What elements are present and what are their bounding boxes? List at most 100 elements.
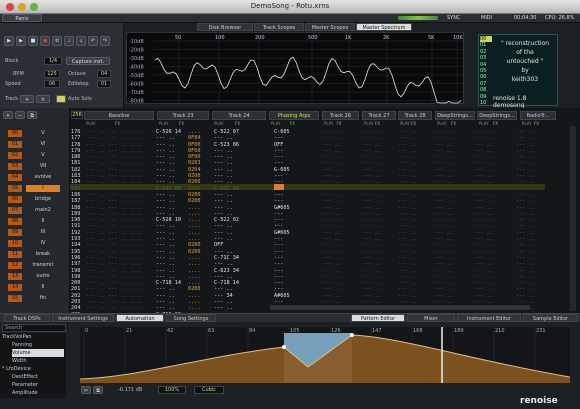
track-header[interactable]: DeepStrings... (477, 111, 517, 120)
sequence-add-button[interactable]: + (3, 111, 13, 119)
sequence-slot[interactable]: 06 bridge (2, 196, 64, 204)
sequence-slot[interactable]: 09 III (2, 229, 64, 237)
vertical-scrollbar[interactable] (570, 126, 576, 311)
sequence-slot[interactable]: 00 V (2, 130, 64, 138)
sequence-slot[interactable]: 10 IV (2, 240, 64, 248)
auto-solo-checkbox[interactable] (56, 95, 66, 103)
track-header[interactable]: Track 23 (157, 111, 209, 120)
envelope-point[interactable] (282, 345, 286, 349)
editstep-field[interactable]: 01 (97, 80, 111, 88)
pattern-editor: 256 176 177 178 179 180 181 182 183 184 … (70, 108, 580, 337)
tab-mixer[interactable]: Mixer (407, 314, 455, 322)
track-delete-button[interactable]: × (36, 95, 50, 103)
automation-parameter[interactable]: Volume (12, 349, 64, 357)
sequence-slot[interactable]: 15 fin (2, 295, 64, 303)
loop-button[interactable]: ⟲ (52, 36, 62, 46)
track-header[interactable]: Track 26 (322, 111, 359, 120)
automation-parameter[interactable]: TrackVolPan (2, 333, 62, 341)
track-fx-label: FX (451, 121, 457, 126)
track-play-label: PLAY (364, 121, 374, 126)
track-header[interactable]: Track 27 (362, 111, 396, 120)
tab-track-scopes[interactable]: Track Scopes (254, 23, 304, 31)
editstep-label: Editstep (68, 81, 89, 87)
sequence-slot[interactable]: 04 evolve (2, 174, 64, 182)
tab-instrument-editor[interactable]: Instrument Editor (457, 314, 521, 322)
track-header[interactable]: RadioTr... (520, 111, 556, 120)
tab-master-spectrum[interactable]: Master Spectrum (356, 23, 412, 31)
cut-icon[interactable]: ✂ (81, 386, 91, 394)
pattern-index: 04 (8, 174, 22, 181)
undo-button[interactable]: ↶ (88, 36, 98, 46)
tab-track-dsps[interactable]: Track DSPs (4, 314, 50, 322)
automation-parameter[interactable]: Panning (12, 341, 72, 349)
automation-parameter[interactable]: Width (12, 357, 72, 365)
spectrum-freq-label: 1K (345, 35, 352, 41)
bpm-field[interactable]: 125 (44, 70, 60, 78)
track-play-label: PLAY (479, 121, 489, 126)
renoise-logo: renoise (520, 396, 558, 406)
follow-button[interactable]: ⇣ (76, 36, 86, 46)
automation-parameter[interactable]: DestEffect (12, 373, 72, 381)
track-header[interactable]: Track 24 (212, 111, 266, 120)
track-header[interactable]: Phasing Arps (269, 111, 319, 120)
automation-parameter[interactable]: * LfoDevice (2, 365, 62, 373)
stop-button[interactable]: ■ (28, 36, 38, 46)
redo-button[interactable]: ↷ (100, 36, 110, 46)
pattern-name: evolve (34, 174, 52, 180)
sequence-slot[interactable]: 01 VI (2, 141, 64, 149)
copy-icon[interactable]: ⧉ (93, 386, 103, 394)
edit-cursor[interactable] (274, 184, 284, 190)
track-play-label: PLAY (159, 121, 169, 126)
play-pattern-button[interactable]: ▶ (16, 36, 26, 46)
tab-song-settings[interactable]: Song Settings (166, 314, 216, 322)
track-header[interactable]: DeepStrings... (435, 111, 475, 120)
tab-master-scopes[interactable]: Master Scopes (305, 23, 355, 31)
metronome-button[interactable]: ♩ (64, 36, 74, 46)
sequence-slot[interactable]: 14 II (2, 284, 64, 292)
capture-inst-button[interactable]: Capture inst. (66, 57, 110, 65)
sequence-slot[interactable]: 08 II (2, 218, 64, 226)
play-button[interactable]: ▶ (4, 36, 14, 46)
tab-pattern-editor[interactable]: Pattern Editor (351, 314, 405, 322)
midi-label[interactable]: MIDI (481, 15, 492, 21)
block-size[interactable]: 1/4 (44, 57, 62, 65)
envelope-tick-label: 210 (495, 328, 505, 334)
tab-sample-editor[interactable]: Sample Editor (523, 314, 578, 322)
pattern-number[interactable]: 256 (71, 111, 83, 119)
track-header[interactable]: Track 28 (398, 111, 432, 120)
zoom-select[interactable]: 100% (158, 386, 186, 394)
record-button[interactable]: ● (40, 36, 50, 46)
track24-notes: C-522 07 --- .. C-523 06 --- .. --- .. -… (214, 129, 239, 337)
sequence-slot[interactable]: 03 VII (2, 163, 64, 171)
sequence-clone-button[interactable]: ⧉ (27, 111, 37, 119)
automation-envelope[interactable]: 0 21 42 63 84 105 126 147 168 189 210 231 (79, 327, 571, 383)
sequence-slot[interactable]: 07 main2 (2, 207, 64, 215)
envelope-point[interactable] (350, 333, 354, 337)
track-add-button[interactable]: + (20, 95, 34, 103)
sequence-remove-button[interactable]: − (15, 111, 25, 119)
track-header[interactable]: Bassline (84, 111, 154, 120)
automation-parameter[interactable]: Amplitude (12, 389, 72, 397)
pattern-index: 13 (8, 273, 22, 280)
sequence-slot[interactable]: 02 V (2, 152, 64, 160)
tab-instrument-settings[interactable]: Instrument Settings (52, 314, 114, 322)
sequence-slot[interactable]: 12 transmit (2, 262, 64, 270)
tab-disk-browser[interactable]: Disk Browser (197, 23, 253, 31)
automation-parameter[interactable]: Parameter (12, 381, 72, 389)
pattern-name: break (35, 251, 51, 257)
pattern-sequence-list: + − ⧉ 00 V 01 VI 02 V 03 VII 04 evolve 05 I 06 bridge… (0, 108, 70, 313)
panic-button[interactable]: Panic (2, 14, 42, 22)
curve-select[interactable]: Cubic (194, 386, 224, 394)
horizontal-scrollbar[interactable] (270, 305, 530, 310)
automation-search[interactable]: Search (2, 324, 66, 332)
track-fx-label: FX (534, 121, 540, 126)
tab-automation[interactable]: Automation (116, 314, 164, 322)
sequence-number[interactable]: 10 (480, 100, 492, 106)
sequence-slot[interactable]: 13 outro (2, 273, 64, 281)
sync-label[interactable]: SYNC (447, 15, 460, 21)
sequence-slot[interactable]: 05 I (2, 185, 64, 193)
octave-field[interactable]: 04 (97, 70, 111, 78)
speed-field[interactable]: 06 (44, 80, 60, 88)
window-titlebar: DemoSong - Rotu.xrns (0, 0, 580, 14)
sequence-slot[interactable]: 11 break (2, 251, 64, 259)
